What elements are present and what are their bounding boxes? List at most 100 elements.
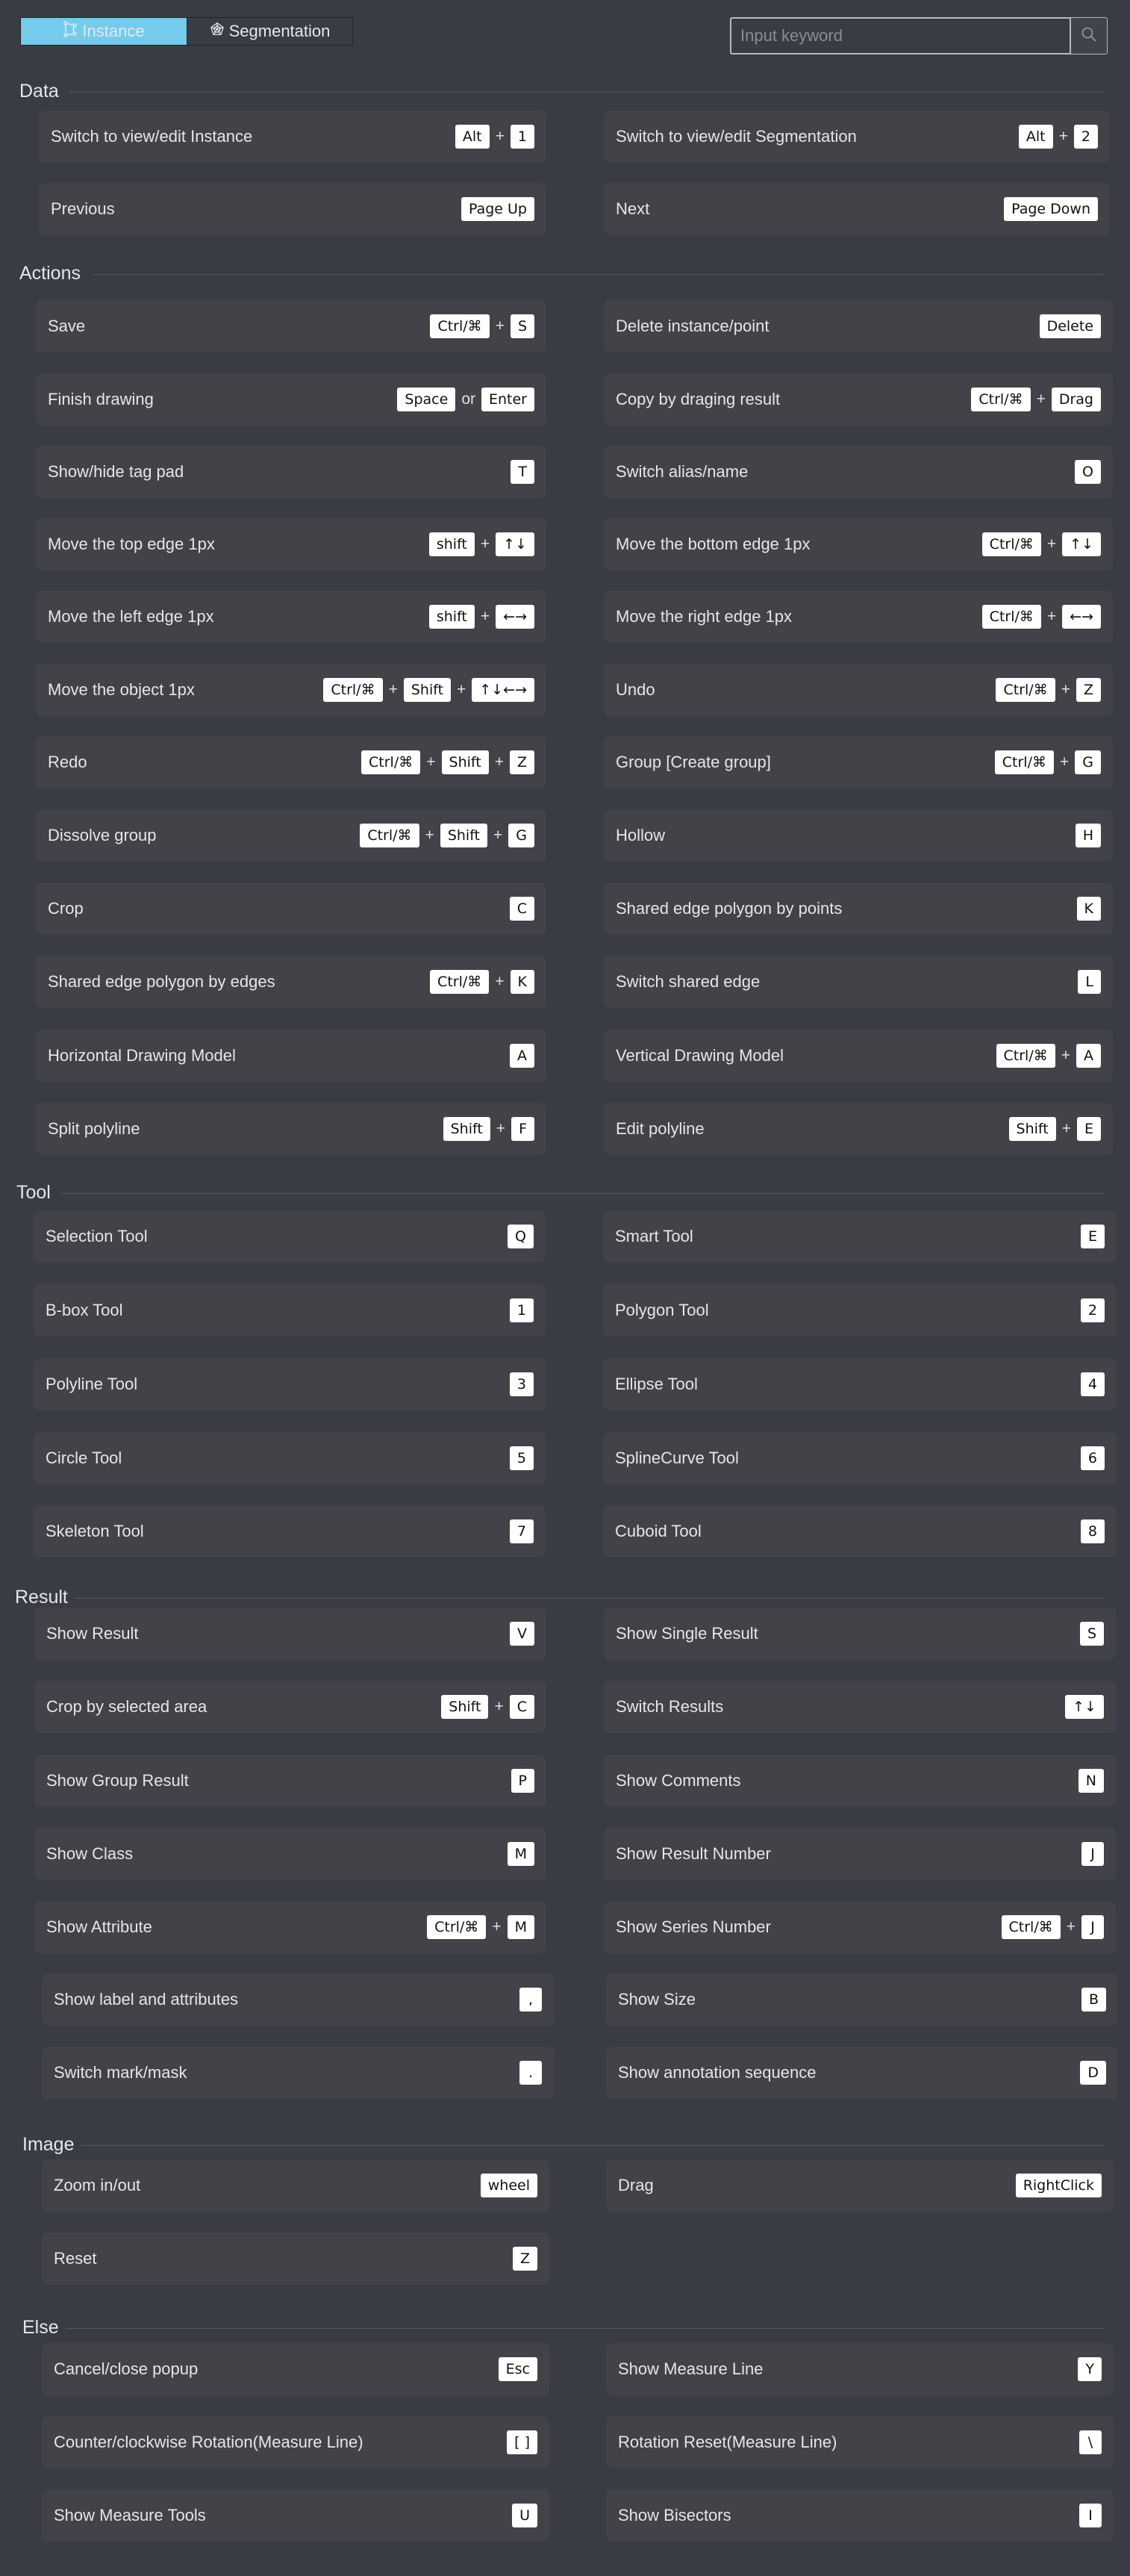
shortcut-row: Switch alias/name O bbox=[604, 446, 1113, 498]
key-cap: Ctrl/⌘ bbox=[996, 678, 1055, 702]
shortcut-row: Move the object 1px Ctrl/⌘ + Shift + ↑↓←→ bbox=[36, 664, 546, 716]
shortcut-keys: Ctrl/⌘ + G bbox=[994, 750, 1101, 774]
shortcut-label: Circle Tool bbox=[46, 1449, 122, 1467]
section-divider bbox=[75, 1598, 1105, 1599]
key-cap: C bbox=[509, 897, 534, 921]
key-cap: Ctrl/⌘ bbox=[981, 532, 1041, 556]
key-cap: 1 bbox=[510, 125, 534, 149]
shortcut-label: Move the left edge 1px bbox=[48, 607, 214, 626]
shortcut-keys: \ bbox=[1079, 2430, 1102, 2454]
key-cap: Ctrl/⌘ bbox=[430, 314, 490, 338]
key-cap: I bbox=[1079, 2504, 1102, 2527]
shortcut-row: Polygon Tool 2 bbox=[603, 1284, 1117, 1337]
shortcut-keys: Space or Enter bbox=[397, 388, 534, 411]
key-cap: K bbox=[1076, 897, 1101, 921]
shortcut-keys: M bbox=[507, 1842, 534, 1866]
search-button[interactable] bbox=[1070, 17, 1108, 55]
shortcut-row: Edit polyline Shift + E bbox=[604, 1103, 1113, 1155]
key-plus-separator: + bbox=[426, 753, 436, 771]
shortcut-keys: 5 bbox=[509, 1446, 534, 1470]
shortcut-keys: Ctrl/⌘ + Shift + G bbox=[360, 824, 534, 847]
shortcut-row: Polyline Tool 3 bbox=[34, 1358, 546, 1410]
shortcut-row: Show Comments N bbox=[604, 1755, 1116, 1807]
section-divider bbox=[66, 2328, 1105, 2329]
key-plus-separator: + bbox=[495, 317, 505, 335]
shortcut-label: Switch to view/edit Segmentation bbox=[616, 127, 857, 146]
shortcut-label: Show Series Number bbox=[616, 1917, 771, 1936]
key-cap: Ctrl/⌘ bbox=[323, 678, 383, 702]
shortcut-keys: Ctrl/⌘ + Shift + Z bbox=[361, 750, 534, 774]
key-cap: M bbox=[507, 1915, 534, 1939]
shortcut-label: Smart Tool bbox=[615, 1227, 693, 1245]
search-input[interactable] bbox=[730, 17, 1070, 55]
shortcut-keys: N bbox=[1078, 1769, 1104, 1793]
key-plus-separator: + bbox=[425, 827, 434, 844]
key-cap: Y bbox=[1078, 2357, 1102, 2381]
key-cap: Z bbox=[509, 750, 534, 774]
shortcut-row: Show Bisectors I bbox=[606, 2489, 1114, 2542]
shortcut-keys: , bbox=[519, 1988, 542, 2012]
key-cap: , bbox=[519, 1988, 542, 2012]
shortcut-keys: B bbox=[1081, 1988, 1106, 2012]
search-icon bbox=[1081, 26, 1097, 46]
key-cap: ↑↓ bbox=[1062, 532, 1101, 556]
shortcut-keys: 8 bbox=[1080, 1519, 1105, 1543]
shortcut-keys: 1 bbox=[509, 1298, 534, 1322]
shortcut-row: Switch mark/mask. bbox=[42, 2047, 554, 2099]
section-title-else: Else bbox=[22, 2317, 59, 2338]
key-cap: L bbox=[1078, 970, 1101, 994]
key-cap: Esc bbox=[498, 2357, 537, 2381]
shortcut-label: Show Comments bbox=[616, 1771, 741, 1790]
shortcut-label: Vertical Drawing Model bbox=[616, 1046, 784, 1065]
shortcut-keys: Y bbox=[1078, 2357, 1102, 2381]
key-cap: 7 bbox=[509, 1519, 534, 1543]
shortcut-keys: Ctrl/⌘ + J bbox=[1001, 1915, 1104, 1939]
key-cap: D bbox=[1080, 2061, 1106, 2085]
shortcut-label: Cancel/close popup bbox=[54, 2359, 199, 2378]
shortcut-label: Move the right edge 1px bbox=[616, 607, 793, 626]
shortcut-keys: 6 bbox=[1080, 1446, 1105, 1470]
key-cap: Delete bbox=[1039, 314, 1101, 338]
shortcut-row: Show Measure Tools U bbox=[42, 2489, 549, 2542]
shortcut-row: Smart Tool E bbox=[603, 1210, 1117, 1263]
shortcut-label: Polygon Tool bbox=[615, 1301, 709, 1319]
key-cap: V bbox=[510, 1622, 534, 1646]
shortcut-row: Previous Page Up bbox=[39, 183, 546, 235]
key-cap: Ctrl/⌘ bbox=[1001, 1915, 1061, 1939]
key-cap: S bbox=[1079, 1622, 1104, 1646]
key-cap: 1 bbox=[509, 1298, 534, 1322]
shortcut-keys: Alt +1 bbox=[455, 125, 534, 149]
shortcut-keys: Ctrl/⌘ + S bbox=[430, 314, 534, 338]
key-cap: M bbox=[507, 1842, 534, 1866]
shortcut-row: Reset Z bbox=[42, 2233, 549, 2285]
tab-segmentation[interactable]: Segmentation bbox=[187, 18, 352, 45]
shortcut-row: Hollow H bbox=[604, 809, 1113, 862]
shortcut-keys: Delete bbox=[1039, 314, 1101, 338]
shortcut-keys: Shift + E bbox=[1008, 1117, 1101, 1141]
shortcut-keys: Page Down bbox=[1004, 197, 1098, 221]
shortcut-label: Reset bbox=[54, 2249, 97, 2268]
key-cap: S bbox=[510, 314, 534, 338]
key-cap: Ctrl/⌘ bbox=[981, 605, 1041, 629]
key-plus-separator: + bbox=[388, 681, 398, 698]
key-cap: ↑↓←→ bbox=[472, 678, 534, 702]
key-or-separator: or bbox=[461, 391, 475, 408]
shortcut-row: Show/hide tag pad T bbox=[36, 446, 546, 498]
shortcut-row: Skeleton Tool 7 bbox=[34, 1505, 546, 1558]
shortcut-label: Counter/clockwise Rotation(Measure Line) bbox=[54, 2433, 363, 2451]
key-cap: K bbox=[510, 970, 534, 994]
shortcut-keys: Alt +2 bbox=[1018, 125, 1098, 149]
section-title-tool: Tool bbox=[16, 1182, 51, 1203]
key-cap: 6 bbox=[1080, 1446, 1105, 1470]
shortcut-label: Horizontal Drawing Model bbox=[48, 1046, 236, 1065]
shortcut-row: Show Result V bbox=[34, 1608, 546, 1660]
key-plus-separator: + bbox=[457, 681, 466, 698]
key-cap: G bbox=[508, 824, 534, 847]
mode-tabs: Instance Segmentation bbox=[20, 17, 353, 46]
shortcut-label: Show Group Result bbox=[46, 1771, 189, 1790]
key-cap: U bbox=[512, 2504, 537, 2527]
section-divider bbox=[61, 1193, 1105, 1194]
shortcut-row: Show Single Result S bbox=[604, 1608, 1116, 1660]
shortcut-keys: shift + ↑↓ bbox=[428, 532, 534, 556]
tab-instance[interactable]: Instance bbox=[21, 18, 187, 45]
